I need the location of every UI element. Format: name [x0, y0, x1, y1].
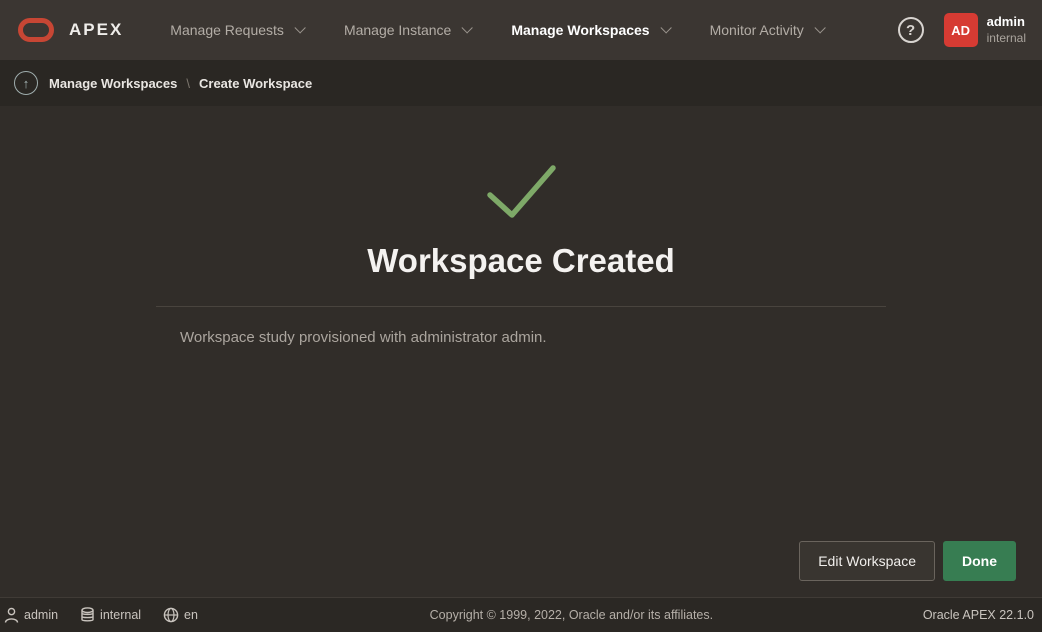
apex-brand[interactable]: APEX: [18, 18, 123, 42]
breadcrumb-separator: \: [186, 76, 190, 91]
oracle-logo-icon: [18, 18, 54, 42]
nav-label: Monitor Activity: [710, 22, 804, 38]
copyright: Copyright © 1999, 2022, Oracle and/or it…: [220, 608, 923, 622]
chevron-down-icon: [462, 22, 473, 33]
footer: admin internal en Copyright © 1999, 2022…: [0, 597, 1042, 632]
page-title: Workspace Created: [367, 242, 675, 280]
globe-icon: [163, 607, 179, 623]
chevron-down-icon: [294, 22, 305, 33]
success-region: Workspace Created Workspace study provis…: [156, 106, 886, 346]
edit-workspace-button[interactable]: Edit Workspace: [799, 541, 935, 581]
person-icon: [4, 607, 19, 623]
chevron-down-icon: [660, 22, 671, 33]
footer-language: en: [163, 607, 198, 623]
nav-label: Manage Requests: [170, 22, 284, 38]
main-content: Workspace Created Workspace study provis…: [0, 106, 1042, 597]
nav-manage-requests[interactable]: Manage Requests: [149, 0, 323, 60]
breadcrumb-parent[interactable]: Manage Workspaces: [49, 76, 177, 91]
top-navbar: APEX Manage Requests Manage Instance Man…: [0, 0, 1042, 60]
brand-name: APEX: [69, 20, 123, 40]
nav-label: Manage Workspaces: [511, 22, 649, 38]
footer-user: admin: [4, 607, 58, 623]
divider: [156, 306, 886, 307]
nav-label: Manage Instance: [344, 22, 451, 38]
avatar[interactable]: AD: [944, 13, 978, 47]
database-icon: [80, 607, 95, 623]
nav-manage-workspaces[interactable]: Manage Workspaces: [490, 0, 688, 60]
user-menu[interactable]: admin internal: [987, 14, 1026, 45]
done-button[interactable]: Done: [943, 541, 1016, 581]
nav-monitor-activity[interactable]: Monitor Activity: [689, 0, 843, 60]
chevron-down-icon: [814, 22, 825, 33]
up-arrow-icon[interactable]: ↑: [14, 71, 38, 95]
breadcrumb: ↑ Manage Workspaces \ Create Workspace: [0, 60, 1042, 106]
success-check-icon: [484, 164, 558, 220]
user-name: admin: [987, 14, 1026, 30]
help-icon[interactable]: ?: [898, 17, 924, 43]
breadcrumb-current: Create Workspace: [199, 76, 312, 91]
footer-instance: internal: [80, 607, 141, 623]
apex-version: Oracle APEX 22.1.0: [923, 608, 1034, 622]
footer-instance-label: internal: [100, 608, 141, 622]
nav-manage-instance[interactable]: Manage Instance: [323, 0, 490, 60]
footer-user-label: admin: [24, 608, 58, 622]
button-bar: Edit Workspace Done: [0, 541, 1042, 597]
success-message: Workspace study provisioned with adminis…: [156, 329, 547, 346]
footer-language-label: en: [184, 608, 198, 622]
user-instance: internal: [987, 31, 1026, 46]
